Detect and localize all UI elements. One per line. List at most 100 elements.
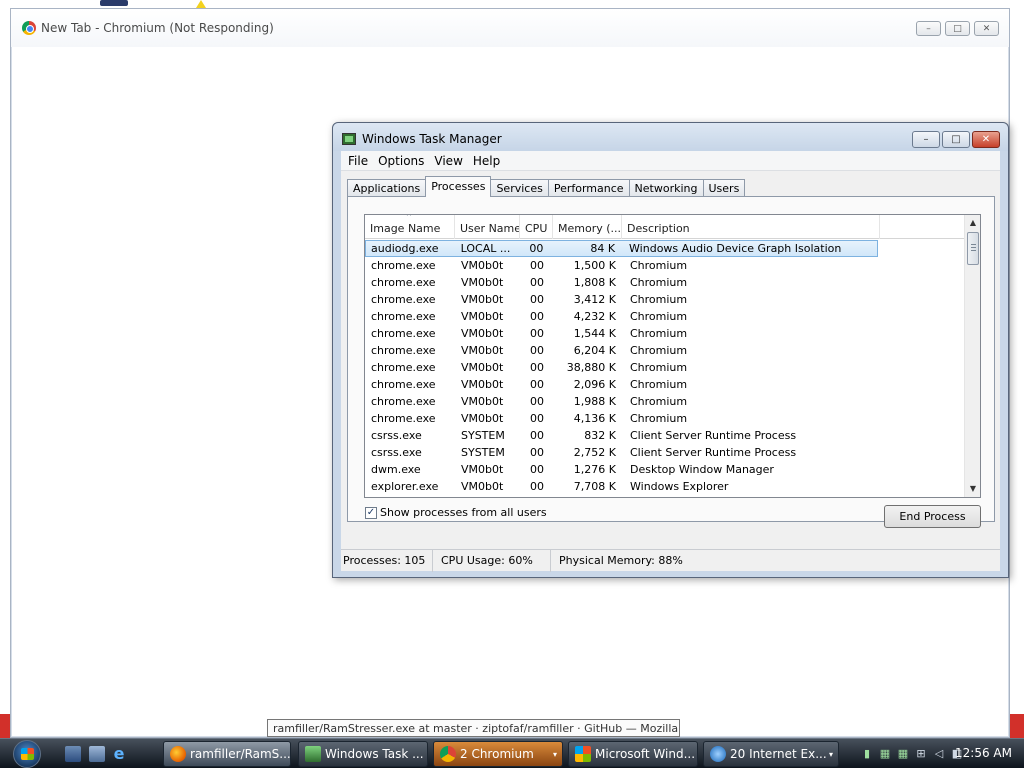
taskbar-button-task-manager[interactable]: Windows Task ... [298, 741, 428, 767]
column-header-user-name[interactable]: User Name [455, 215, 520, 239]
tab-users[interactable]: Users [702, 179, 746, 197]
group-dropdown-icon: ▾ [828, 750, 833, 759]
process-user-name: SYSTEM [461, 429, 505, 442]
tray-app-icon[interactable]: ▦ [878, 747, 892, 761]
taskbar-button-microsoft-windows[interactable]: Microsoft Wind... [568, 741, 698, 767]
desktop-wallpaper-fragment [100, 0, 128, 6]
process-image-name: chrome.exe [371, 259, 436, 272]
process-memory: 1,544 K [573, 327, 616, 340]
internet-explorer-icon[interactable]: e [111, 746, 127, 762]
table-row[interactable]: dwm.exe VM0b0t 00 1,276 K Desktop Window Man… [365, 461, 965, 478]
menu-file[interactable]: File [344, 151, 374, 170]
chromium-window-title: New Tab - Chromium (Not Responding) [41, 21, 274, 35]
volume-icon[interactable]: ◁ [932, 747, 946, 761]
process-list-header: ^ Image Name User Name CPU Memory (... D… [365, 215, 965, 239]
table-row[interactable]: chrome.exe VM0b0t 00 3,412 K Chromium [365, 291, 965, 308]
task-manager-minimize-button[interactable]: – [912, 131, 940, 148]
windows-icon [575, 746, 591, 762]
table-row[interactable]: chrome.exe VM0b0t 00 1,500 K Chromium [365, 257, 965, 274]
chromium-maximize-button[interactable]: □ [945, 21, 970, 36]
task-manager-maximize-button[interactable]: □ [942, 131, 970, 148]
scrollbar-thumb[interactable] [967, 232, 979, 265]
scroll-up-arrow-icon[interactable]: ▲ [965, 215, 980, 231]
process-list-scrollbar[interactable]: ▲ ▼ [964, 215, 980, 497]
taskbar-button-chromium[interactable]: 2 Chromium ▾ [433, 741, 563, 767]
network-icon[interactable]: ⊞ [914, 747, 928, 761]
process-description: Chromium [630, 310, 688, 323]
process-memory: 3,412 K [573, 293, 616, 306]
tab-services[interactable]: Services [490, 179, 549, 197]
process-memory: 6,204 K [573, 344, 616, 357]
process-memory: 38,880 K [566, 361, 616, 374]
taskbar-button-label: 2 Chromium [460, 747, 534, 761]
show-all-users-checkbox[interactable]: ✓ [365, 506, 377, 519]
process-cpu: 00 [530, 378, 544, 391]
taskbar-button-internet-explorer[interactable]: 20 Internet Ex... ▾ [703, 741, 839, 767]
column-header-image-name[interactable]: ^ Image Name [365, 215, 455, 239]
menu-options[interactable]: Options [374, 151, 430, 170]
show-all-users-label[interactable]: Show processes from all users [380, 506, 547, 519]
taskbar-clock[interactable]: 12:56 AM [955, 746, 1012, 760]
taskbar-button-firefox[interactable]: ramfiller/RamS... [163, 741, 291, 767]
process-description: Client Server Runtime Process [630, 446, 797, 459]
table-row[interactable]: csrss.exe SYSTEM 00 832 K Client Server Runt… [365, 427, 965, 444]
process-image-name: audiodg.exe [371, 242, 439, 255]
chromium-close-button[interactable]: ✕ [974, 21, 999, 36]
process-description: Windows Audio Device Graph Isolation [629, 242, 842, 255]
table-row[interactable]: chrome.exe VM0b0t 00 1,544 K Chromium [365, 325, 965, 342]
column-header-cpu[interactable]: CPU [520, 215, 553, 239]
task-manager-titlebar[interactable]: Windows Task Manager – □ ✕ [333, 123, 1008, 151]
table-row[interactable]: chrome.exe VM0b0t 00 4,136 K Chromium [365, 410, 965, 427]
process-description: Chromium [630, 259, 688, 272]
tab-applications[interactable]: Applications [347, 179, 427, 197]
network-activity-icon[interactable]: ▮ [860, 747, 874, 761]
scroll-down-arrow-icon[interactable]: ▼ [965, 481, 980, 497]
process-user-name: VM0b0t [461, 480, 504, 493]
task-manager-icon [305, 746, 321, 762]
show-desktop-icon[interactable] [65, 746, 81, 762]
table-row[interactable]: chrome.exe VM0b0t 00 1,988 K Chromium [365, 393, 965, 410]
tray-app-icon[interactable]: ▦ [896, 747, 910, 761]
tab-networking[interactable]: Networking [628, 179, 704, 197]
switch-windows-icon[interactable] [89, 746, 105, 762]
start-button[interactable] [9, 739, 45, 768]
status-physical-memory: Physical Memory: 88% [559, 554, 683, 567]
table-row[interactable]: chrome.exe VM0b0t 00 2,096 K Chromium [365, 376, 965, 393]
table-row[interactable]: audiodg.exe LOCAL ... 00 84 K Windows Audio … [365, 240, 878, 257]
process-user-name: VM0b0t [461, 395, 504, 408]
table-row[interactable]: csrss.exe SYSTEM 00 2,752 K Client Server Ru… [365, 444, 965, 461]
table-row[interactable]: explorer.exe VM0b0t 00 7,708 K Windows Explo… [365, 478, 965, 495]
column-header-memory[interactable]: Memory (... [553, 215, 622, 239]
chromium-minimize-button[interactable]: – [916, 21, 941, 36]
task-manager-close-button[interactable]: ✕ [972, 131, 1000, 148]
sort-ascending-icon: ^ [406, 215, 412, 221]
table-row[interactable]: chrome.exe VM0b0t 00 1,808 K Chromium [365, 274, 965, 291]
process-image-name: chrome.exe [371, 327, 436, 340]
chromium-titlebar[interactable]: New Tab - Chromium (Not Responding) – □ … [11, 9, 1009, 47]
end-process-button[interactable]: End Process [884, 505, 981, 528]
tab-processes[interactable]: Processes [425, 176, 492, 197]
process-memory: 2,752 K [573, 446, 616, 459]
process-memory: 1,808 K [573, 276, 616, 289]
table-row[interactable]: chrome.exe VM0b0t 00 4,232 K Chromium [365, 308, 965, 325]
process-cpu: 00 [529, 242, 544, 255]
windows-logo-icon [13, 740, 41, 768]
menu-help[interactable]: Help [469, 151, 506, 170]
process-cpu: 00 [530, 276, 544, 289]
process-cpu: 00 [530, 446, 544, 459]
process-description: Chromium [630, 293, 688, 306]
table-row[interactable]: chrome.exe VM0b0t 00 38,880 K Chromium [365, 359, 965, 376]
process-cpu: 00 [530, 480, 544, 493]
taskbar-button-label: ramfiller/RamS... [190, 747, 291, 761]
task-manager-title: Windows Task Manager [362, 132, 502, 146]
process-user-name: SYSTEM [461, 446, 505, 459]
process-cpu: 00 [530, 429, 544, 442]
column-header-description[interactable]: Description [622, 215, 880, 239]
taskbar-button-label: 20 Internet Ex... [730, 747, 827, 761]
process-memory: 7,708 K [573, 480, 616, 493]
process-image-name: chrome.exe [371, 378, 436, 391]
menu-view[interactable]: View [430, 151, 468, 170]
tab-performance[interactable]: Performance [547, 179, 630, 197]
table-row[interactable]: chrome.exe VM0b0t 00 6,204 K Chromium [365, 342, 965, 359]
process-image-name: csrss.exe [371, 429, 422, 442]
